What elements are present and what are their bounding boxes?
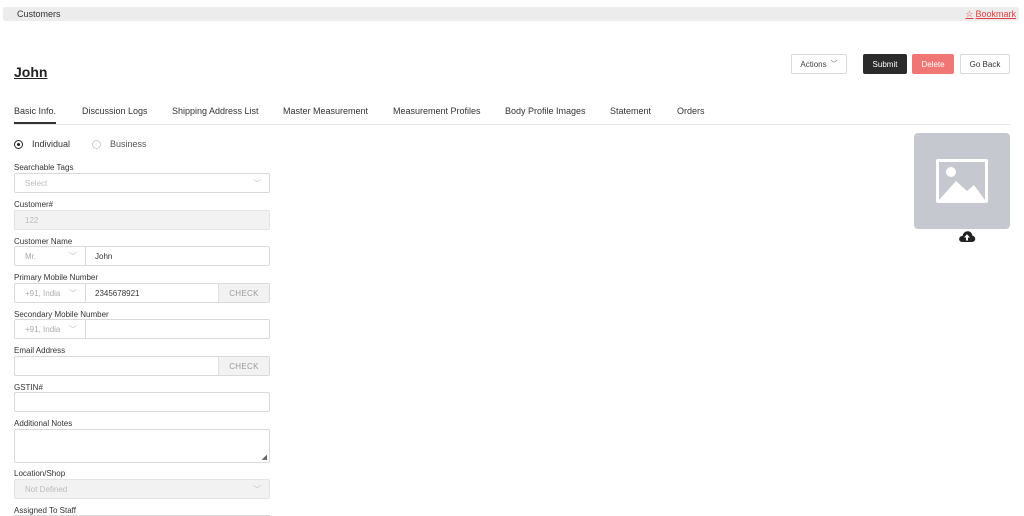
tab-measurement-profiles[interactable]: Measurement Profiles (393, 106, 481, 116)
primary-mobile-field: +91, India ﹀ 2345678921 CHECK (14, 283, 270, 303)
location-shop-select[interactable]: Not Defined ﹀ (14, 479, 270, 499)
star-icon: ☆ (965, 9, 974, 19)
chevron-down-icon: ﹀ (253, 179, 261, 188)
cloud-upload-icon[interactable] (958, 229, 976, 245)
secondary-country-select[interactable]: +91, India ﹀ (15, 320, 86, 338)
business-label[interactable]: Business (110, 139, 147, 149)
gstin-label: GSTIN# (14, 383, 43, 392)
primary-country-select[interactable]: +91, India ﹀ (15, 284, 86, 302)
searchable-tags-label: Searchable Tags (14, 163, 74, 172)
resize-handle-icon[interactable]: ◢ (262, 453, 267, 461)
tab-discussion-logs[interactable]: Discussion Logs (82, 106, 148, 116)
secondary-country-value: +91, India (25, 325, 61, 334)
go-back-button[interactable]: Go Back (960, 54, 1010, 74)
searchable-tags-select[interactable]: Select ﹀ (14, 173, 270, 193)
tab-shipping-address-list[interactable]: Shipping Address List (172, 106, 259, 116)
delete-button[interactable]: Delete (912, 54, 954, 74)
customer-number-label: Customer# (14, 200, 54, 209)
individual-radio[interactable] (14, 139, 23, 149)
primary-mobile-check-button[interactable]: CHECK (218, 284, 269, 302)
page-title: John (14, 64, 48, 80)
chevron-down-icon: ﹀ (69, 252, 77, 261)
searchable-tags-placeholder: Select (25, 179, 48, 188)
customer-name-input[interactable]: John (95, 252, 112, 261)
chevron-down-icon: ﹀ (830, 61, 838, 68)
bookmark-label: Bookmark (975, 9, 1016, 19)
email-check-button[interactable]: CHECK (218, 357, 269, 375)
chevron-down-icon: ﹀ (69, 325, 77, 334)
tab-bar: Basic Info. Discussion Logs Shipping Add… (14, 100, 1010, 125)
salutation-value: Mr. (25, 252, 37, 261)
salutation-select[interactable]: Mr. ﹀ (15, 247, 86, 265)
assigned-staff-label: Assigned To Staff (14, 506, 76, 515)
profile-image-placeholder[interactable] (914, 133, 1010, 229)
tab-basic-info[interactable]: Basic Info. (14, 106, 57, 124)
additional-notes-textarea[interactable]: ◢ (14, 429, 270, 463)
secondary-mobile-label: Secondary Mobile Number (14, 310, 109, 319)
tab-orders[interactable]: Orders (677, 106, 705, 116)
submit-button[interactable]: Submit (863, 54, 907, 74)
customer-name-label: Customer Name (14, 237, 73, 246)
actions-label: Actions (800, 59, 827, 69)
customer-number-field: 122 (14, 210, 270, 230)
image-placeholder-icon (936, 159, 988, 203)
tab-statement[interactable]: Statement (610, 106, 651, 116)
tab-body-profile-images[interactable]: Body Profile Images (505, 106, 586, 116)
secondary-mobile-field: +91, India ﹀ (14, 319, 270, 339)
gstin-field[interactable] (14, 392, 270, 412)
email-field[interactable]: CHECK (14, 356, 270, 376)
customer-name-field: Mr. ﹀ John (14, 246, 270, 266)
business-radio[interactable] (92, 139, 102, 149)
primary-country-value: +91, India (25, 289, 61, 298)
location-shop-value: Not Defined (25, 485, 68, 494)
chevron-down-icon: ﹀ (253, 485, 261, 494)
additional-notes-label: Additional Notes (14, 419, 73, 428)
tab-master-measurement[interactable]: Master Measurement (283, 106, 368, 116)
chevron-down-icon: ﹀ (69, 289, 77, 298)
individual-label[interactable]: Individual (32, 139, 70, 149)
breadcrumb[interactable]: Customers (17, 9, 61, 19)
location-shop-label: Location/Shop (14, 469, 66, 478)
breadcrumb-bar: Customers ☆ Bookmark (3, 7, 1019, 21)
primary-mobile-label: Primary Mobile Number (14, 273, 99, 282)
actions-dropdown[interactable]: Actions ﹀ (791, 54, 847, 74)
primary-mobile-input[interactable]: 2345678921 (95, 289, 140, 298)
email-label: Email Address (14, 346, 66, 355)
customer-type-radio-group: Individual Business (14, 138, 169, 150)
customer-number-value: 122 (25, 216, 39, 225)
bookmark-link[interactable]: ☆ Bookmark (965, 9, 1016, 20)
